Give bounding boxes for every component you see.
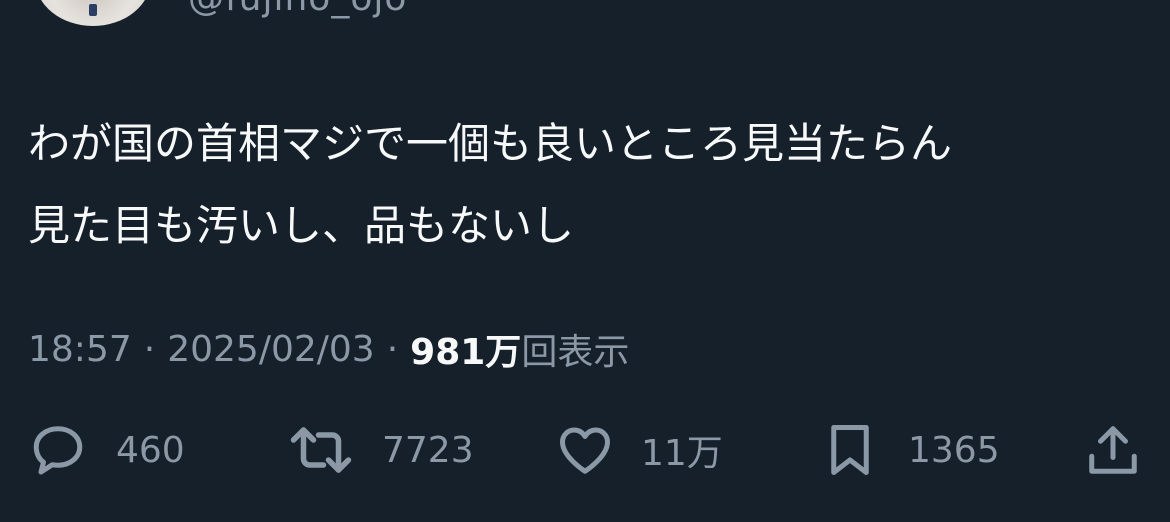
meta-separator: · [143,328,156,370]
repost-count: 7723 [382,429,474,471]
tweet-time[interactable]: 18:57 [28,329,132,370]
share-button[interactable] [1083,418,1143,482]
avatar-bow-detail [89,4,97,16]
bookmark-count: 1365 [908,429,1000,471]
repost-icon [288,420,354,480]
like-button[interactable]: 11万 [555,418,723,482]
tweet-text-line-1: わが国の首相マジで一個も良いところ見当たらん [28,119,953,168]
author-handle[interactable]: @fujino_ojo [188,0,407,19]
avatar[interactable] [35,0,151,26]
tweet-date[interactable]: 2025/02/03 [167,329,375,370]
share-icon [1083,420,1143,480]
reply-count: 460 [116,429,185,471]
action-bar: 460 7723 11万 1365 [0,418,1170,482]
tweet-text-line-2: 見た目も汚いし、品もないし [28,201,575,250]
views-count[interactable]: 981万 [410,323,521,375]
tweet-text: わが国の首相マジで一個も良いところ見当たらん 見た目も汚いし、品もないし [28,103,1138,267]
bookmark-button[interactable]: 1365 [820,418,1000,482]
meta-separator: · [386,328,399,370]
tweet-meta: 18:57 · 2025/02/03 · 981万 回表示 [28,322,629,376]
views-label: 回表示 [521,332,630,373]
repost-button[interactable]: 7723 [288,418,474,482]
heart-icon [555,420,615,480]
like-count: 11万 [641,433,723,474]
bookmark-icon [820,420,880,480]
reply-button[interactable]: 460 [28,418,185,482]
reply-icon [28,420,88,480]
